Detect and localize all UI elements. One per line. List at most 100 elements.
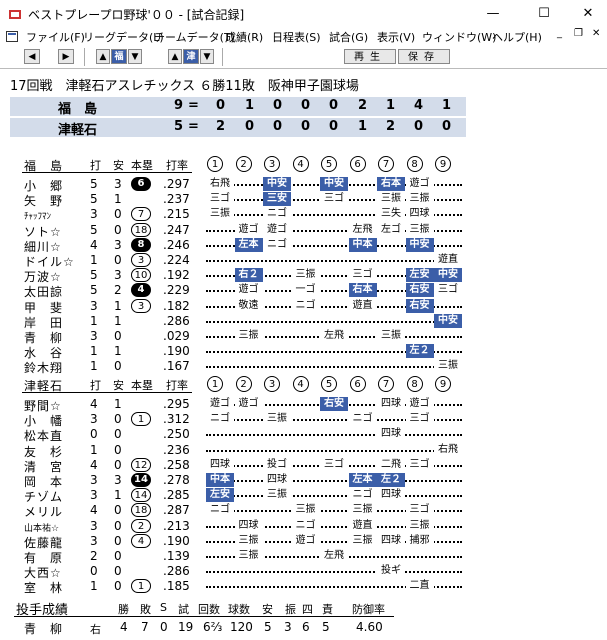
mdi-restore-button[interactable]: ❐	[574, 28, 583, 39]
batter-row[interactable]: 鈴木翔 1 0 .167 三振	[0, 359, 607, 375]
next-game-button[interactable]: ▶	[58, 49, 74, 64]
batter-hr-count: 18	[131, 503, 151, 518]
batter-row[interactable]: 松本直 0 0.250 四球	[0, 427, 607, 443]
at-bat-result: 遊直	[434, 253, 462, 267]
batter-row[interactable]: ソト☆ 5 0 18.247 遊ゴ 遊ゴ 左飛 左ゴ 三振	[0, 222, 607, 239]
batter-row[interactable]: 小 幡 3 0 1.312 ニゴ 三振 ニゴ 三ゴ	[0, 412, 607, 428]
game-record-panel: 17回戦 津軽石アスレチックス ６勝11敗 阪神甲子園球場 福 島 9 = 0 1 0 0 0…	[0, 69, 607, 640]
plate-appearances: 右飛	[206, 442, 462, 458]
batter-average: .285	[163, 488, 190, 503]
at-bat-result: 四球	[377, 488, 405, 503]
batter-row[interactable]: メリル 4 0 18.287 ニゴ 三振 三振 三ゴ	[0, 503, 607, 519]
batter-row[interactable]: 細川☆ 4 3 8.246 左本 ニゴ 中本 中安	[0, 237, 607, 254]
save-button[interactable]: 保存	[398, 49, 450, 64]
at-bat-result: 三ゴ	[405, 503, 434, 518]
team2-down-button[interactable]: ▼	[200, 49, 214, 64]
batter-at-bats: 5	[90, 177, 98, 191]
minimize-button[interactable]: —	[480, 4, 506, 24]
batter-row[interactable]: 矢 野 5 1.237 三ゴ 三安 三ゴ 三振 三振	[0, 192, 607, 208]
menu-view[interactable]: 表示(V)	[377, 29, 415, 45]
hit-result: 右２	[234, 268, 263, 283]
inning-score: 0	[245, 119, 255, 134]
batter-hr-count: 12	[131, 457, 151, 472]
batter-average: .229	[163, 283, 190, 298]
team1-down-button[interactable]: ▼	[128, 49, 142, 64]
menu-game[interactable]: 試合(G)	[329, 29, 368, 45]
batter-row[interactable]: ﾁｬｯﾌﾏﾝ 3 0 7 .215 三振 ニゴ 三失 四球	[0, 207, 607, 222]
batter-row[interactable]: チゾム 3 1 14.285 左安 三振 ニゴ 四球	[0, 488, 607, 504]
batter-row[interactable]: 佐藤龍 3 0 4.190 三振 遊ゴ 三振 四球 捕邪	[0, 533, 607, 550]
batter-average: .139	[163, 549, 190, 563]
batter-row[interactable]: 青 柳 3 0.029 三振 左飛 三振	[0, 329, 607, 345]
at-bat-result: 一ゴ	[291, 283, 320, 298]
team1-button[interactable]: 福	[111, 49, 127, 64]
at-bat-result: 三振	[405, 518, 434, 533]
menu-help[interactable]: ヘルプ(H)	[492, 29, 542, 45]
mdi-minimize-button[interactable]: _	[557, 28, 562, 39]
menu-schedule[interactable]: 日程表(S)	[272, 29, 321, 45]
maximize-button[interactable]: ☐	[531, 4, 557, 24]
at-bat-result: 四球	[263, 473, 291, 487]
batter-row[interactable]: 友 杉 1 0.236 右飛	[0, 442, 607, 459]
batter-hits: 3	[114, 177, 122, 191]
batter-row[interactable]: 岸 田 1 1.286 中安	[0, 313, 607, 330]
batter-at-bats: 1	[90, 344, 98, 359]
batter-row[interactable]: 大西☆ 0 0.286 投ギ	[0, 564, 607, 580]
batter-row[interactable]: 有 原 2 0.139 三振 左飛	[0, 549, 607, 565]
play-button[interactable]: 再生	[344, 49, 396, 64]
batter-row[interactable]: 室 林 1 0 1.185 二直	[0, 579, 607, 595]
inning-score: 2	[216, 119, 226, 134]
inning-number-4: 4	[292, 156, 309, 172]
plate-appearances: 敬遠 ニゴ 遊直 右安	[206, 298, 462, 314]
batter-row[interactable]: 野間☆ 4 1.295 遊ゴ 遊ゴ 右安 四球 遊ゴ	[0, 397, 607, 413]
at-bat-result: 三振	[377, 329, 405, 343]
at-bat-result: 三失	[377, 207, 405, 222]
at-bat-result: 三ゴ	[348, 268, 377, 283]
pitching-stat: 4	[120, 620, 128, 634]
batter-hits: 0	[114, 329, 122, 343]
batter-at-bats: 4	[90, 457, 98, 472]
batter-row[interactable]: 甲 斐 3 1 3.182 敬遠 ニゴ 遊直 右安	[0, 298, 607, 315]
menu-records[interactable]: 成績(R)	[225, 29, 263, 45]
inning-number-2: 2	[235, 376, 252, 392]
hit-result: 左２	[405, 344, 434, 359]
menu-window[interactable]: ウィンドウ(W)	[422, 29, 496, 45]
at-bat-result: 三振	[405, 222, 434, 237]
batter-at-bats: 5	[90, 283, 98, 298]
team2-up-button[interactable]: ▲	[168, 49, 182, 64]
plate-appearances: 三振 ニゴ 三失 四球	[206, 207, 462, 222]
prev-game-button[interactable]: ◀	[24, 49, 40, 64]
mdi-close-button[interactable]: ✕	[592, 28, 600, 39]
pitcher-name[interactable]: 青 柳	[24, 620, 63, 637]
batter-row[interactable]: 万波☆ 5 3 10.192 右２ 三振 三ゴ 左安 中安	[0, 268, 607, 284]
pitching-stat: 5	[264, 620, 272, 634]
batter-row[interactable]: 小 郷 5 3 6.297 右飛 中安 中安 右本 遊ゴ	[0, 177, 607, 193]
menu-team-data[interactable]: チームデータ(T)	[154, 29, 235, 45]
menu-file[interactable]: ファイル(F)	[26, 29, 85, 45]
batter-average: .287	[163, 503, 190, 518]
inning-number-6: 6	[349, 156, 366, 172]
batter-row[interactable]: 清 宮 4 0 12.258 四球 投ゴ 三ゴ 二飛 三ゴ	[0, 457, 607, 474]
team1-up-button[interactable]: ▲	[96, 49, 110, 64]
batter-row[interactable]: 太田諒 5 2 4.229 遊ゴ 一ゴ 右本 右安 三ゴ	[0, 283, 607, 299]
batter-average: .224	[163, 253, 190, 267]
batter-hits: 1	[114, 313, 122, 328]
batter-average: .185	[163, 579, 190, 594]
batter-row[interactable]: 水 谷 1 1.190 左２	[0, 344, 607, 360]
batter-row[interactable]: 山本祐☆ 3 0 2 .213 四球 ニゴ 遊直 三振	[0, 518, 607, 534]
plate-appearances: 右２ 三振 三ゴ 左安 中安	[206, 268, 462, 283]
toolbar: ◀ ▶ ▲ 福 ▼ ▲ 津 ▼ 再生 保存	[0, 46, 607, 69]
pitching-stat: 3	[284, 620, 292, 634]
batter-row[interactable]: ドイル☆ 1 0 3.224 遊直	[0, 253, 607, 269]
plate-appearances: 三振	[206, 359, 462, 374]
hit-result: 右本	[348, 283, 377, 298]
inning-number-9: 9	[435, 376, 451, 392]
menu-league-data[interactable]: リーグデータ(L)	[83, 29, 164, 45]
batter-hr-count: 8	[131, 237, 151, 252]
batter-hits: 0	[114, 427, 122, 442]
close-button[interactable]: ✕	[575, 4, 601, 24]
team2-button[interactable]: 津	[183, 49, 199, 64]
at-bat-result: 捕邪	[405, 533, 434, 548]
at-bat-result: 遊ゴ	[234, 222, 263, 237]
batter-row[interactable]: 岡 本 3 3 14.278 中本 四球 左本 左２	[0, 473, 607, 489]
